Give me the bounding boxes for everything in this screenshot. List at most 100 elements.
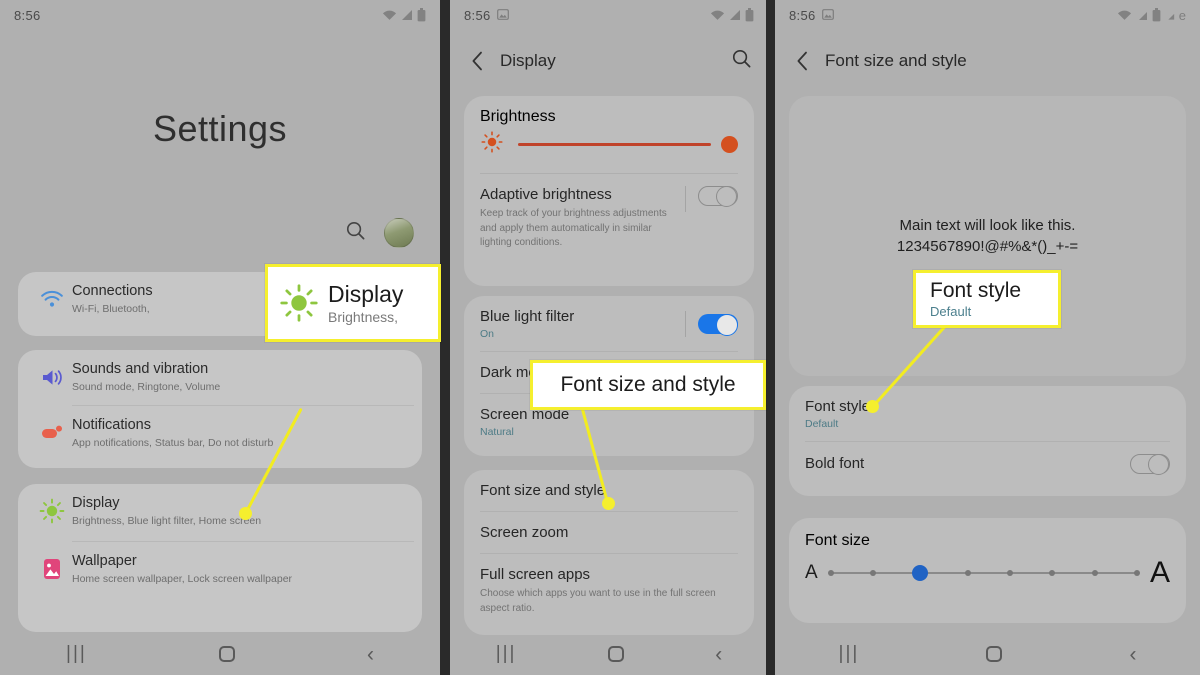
font-size-track[interactable] — [827, 564, 1140, 582]
callout-anchor-dot — [866, 400, 879, 413]
recents-button[interactable]: ||| — [496, 643, 517, 665]
font-size-tick[interactable] — [870, 570, 877, 576]
callout-anchor-dot — [239, 507, 252, 520]
notification-icon — [32, 423, 72, 443]
navigation-bar: ||| ‹ — [775, 633, 1200, 675]
home-button[interactable] — [607, 646, 624, 662]
phone-panel-display: 8:56 Display Brightness Adaptive brightn… — [450, 0, 768, 675]
status-bar-time: 8:56 — [14, 7, 41, 23]
full-screen-apps-row[interactable]: Full screen apps Choose which apps you w… — [464, 554, 754, 628]
status-bar-icons: e — [1117, 8, 1186, 23]
font-style-row[interactable]: Font style Default — [789, 386, 1186, 442]
adaptive-brightness-title: Adaptive brightness — [480, 186, 612, 203]
home-button[interactable] — [218, 646, 235, 662]
font-preview-card: Main text will look like this. 123456789… — [789, 96, 1186, 376]
font-style-title: Font style — [805, 398, 871, 415]
font-size-tick[interactable] — [1049, 570, 1056, 576]
battery-icon — [1152, 8, 1161, 22]
navigation-bar: ||| ‹ — [450, 633, 768, 675]
settings-group-sounds-notifications: Sounds and vibration Sound mode, Rington… — [18, 350, 422, 468]
wifi-icon — [32, 290, 72, 309]
preview-line-1: Main text will look like this. — [899, 217, 1076, 234]
full-screen-apps-title: Full screen apps — [480, 566, 591, 583]
screen-zoom-row[interactable]: Screen zoom — [464, 512, 754, 554]
search-icon[interactable] — [731, 48, 752, 74]
divider — [685, 311, 686, 337]
font-size-tick[interactable] — [964, 570, 971, 576]
signal-icon — [1165, 10, 1175, 21]
bold-font-row[interactable]: Bold font — [789, 442, 1186, 486]
list-item-title: Sounds and vibration — [72, 361, 209, 377]
battery-icon — [745, 8, 754, 22]
font-size-large-label: A — [1149, 556, 1170, 589]
status-bar: 8:56 — [450, 0, 768, 30]
brightness-slider[interactable] — [464, 126, 754, 173]
callout-subtitle: Default — [930, 304, 972, 320]
back-arrow-icon[interactable] — [466, 50, 488, 72]
list-item[interactable]: Notifications App notifications, Status … — [18, 406, 422, 460]
list-item[interactable]: Sounds and vibration Sound mode, Rington… — [18, 350, 422, 407]
screen-mode-value: Natural — [480, 426, 514, 438]
font-size-ticks — [827, 565, 1140, 581]
image-icon — [496, 8, 509, 23]
home-button[interactable] — [986, 646, 1003, 662]
blue-light-filter-title: Blue light filter — [480, 308, 575, 325]
brightness-icon — [32, 498, 72, 524]
blue-light-filter-toggle[interactable] — [698, 314, 738, 336]
screenshot-stage: 8:56 Settings Connections Wi-Fi, Bluetoo… — [0, 0, 1200, 675]
font-size-tick[interactable] — [1007, 570, 1013, 576]
image-icon — [821, 8, 834, 23]
recents-button[interactable]: ||| — [66, 643, 87, 665]
callout-font-style: Font style Default — [913, 270, 1061, 328]
app-bar: Display — [450, 38, 768, 84]
font-and-zoom-card: Font size and style Screen zoom Full scr… — [464, 470, 754, 635]
divider — [685, 186, 686, 212]
adaptive-brightness-toggle[interactable] — [698, 186, 738, 208]
bold-font-toggle[interactable] — [1130, 454, 1170, 476]
font-size-slider[interactable]: A A — [789, 550, 1186, 608]
avatar[interactable] — [384, 218, 414, 248]
adaptive-brightness-row[interactable]: Adaptive brightness Keep track of your b… — [464, 174, 754, 263]
wifi-icon — [382, 9, 397, 21]
status-bar: 8:56 e — [775, 0, 1200, 30]
font-size-thumb[interactable] — [912, 565, 929, 581]
recents-button[interactable]: ||| — [839, 643, 860, 665]
brightness-icon — [480, 130, 504, 159]
back-button[interactable]: ‹ — [715, 644, 722, 665]
status-bar-icons — [382, 8, 426, 22]
settings-toolbar — [345, 218, 414, 248]
font-size-tick[interactable] — [1091, 570, 1098, 576]
speaker-icon — [32, 367, 72, 388]
back-button[interactable]: ‹ — [367, 644, 374, 665]
list-item-subtitle: Home screen wallpaper, Lock screen wallp… — [72, 573, 293, 586]
settings-group-display-wallpaper: Display Brightness, Blue light filter, H… — [18, 484, 422, 632]
font-size-tick[interactable] — [1133, 570, 1140, 576]
brightness-label: Brightness — [480, 108, 556, 125]
list-item-display[interactable]: Display Brightness, Blue light filter, H… — [18, 484, 422, 543]
font-size-card: Font size A A — [789, 518, 1186, 623]
font-size-tick[interactable] — [827, 570, 834, 576]
list-item-subtitle: Sound mode, Ringtone, Volume — [72, 381, 221, 394]
brightness-card: Brightness Adaptive brightness Keep trac… — [464, 96, 754, 286]
wallpaper-icon — [32, 557, 72, 581]
search-icon[interactable] — [345, 220, 366, 246]
app-bar-title: Font size and style — [825, 51, 967, 70]
blue-light-filter-row[interactable]: Blue light filter On — [464, 296, 754, 352]
bold-font-title: Bold font — [805, 455, 865, 472]
status-bar: 8:56 — [0, 0, 440, 30]
network-type-label: e — [1178, 7, 1186, 23]
back-arrow-icon[interactable] — [791, 50, 813, 72]
list-item-wallpaper[interactable]: Wallpaper Home screen wallpaper, Lock sc… — [18, 542, 422, 596]
brightness-thumb[interactable] — [721, 136, 738, 153]
font-style-card: Font style Default Bold font — [789, 386, 1186, 496]
status-bar-icons — [710, 8, 754, 22]
back-button[interactable]: ‹ — [1129, 644, 1136, 665]
list-item-subtitle: App notifications, Status bar, Do not di… — [72, 437, 274, 450]
app-bar-title: Display — [500, 51, 556, 70]
callout-title: Display — [328, 281, 404, 307]
wifi-icon — [1117, 9, 1132, 21]
brightness-track[interactable] — [518, 143, 711, 146]
full-screen-apps-desc: Choose which apps you want to use in the… — [480, 588, 716, 614]
list-item-title: Notifications — [72, 417, 151, 434]
app-bar: Font size and style — [775, 38, 1200, 84]
